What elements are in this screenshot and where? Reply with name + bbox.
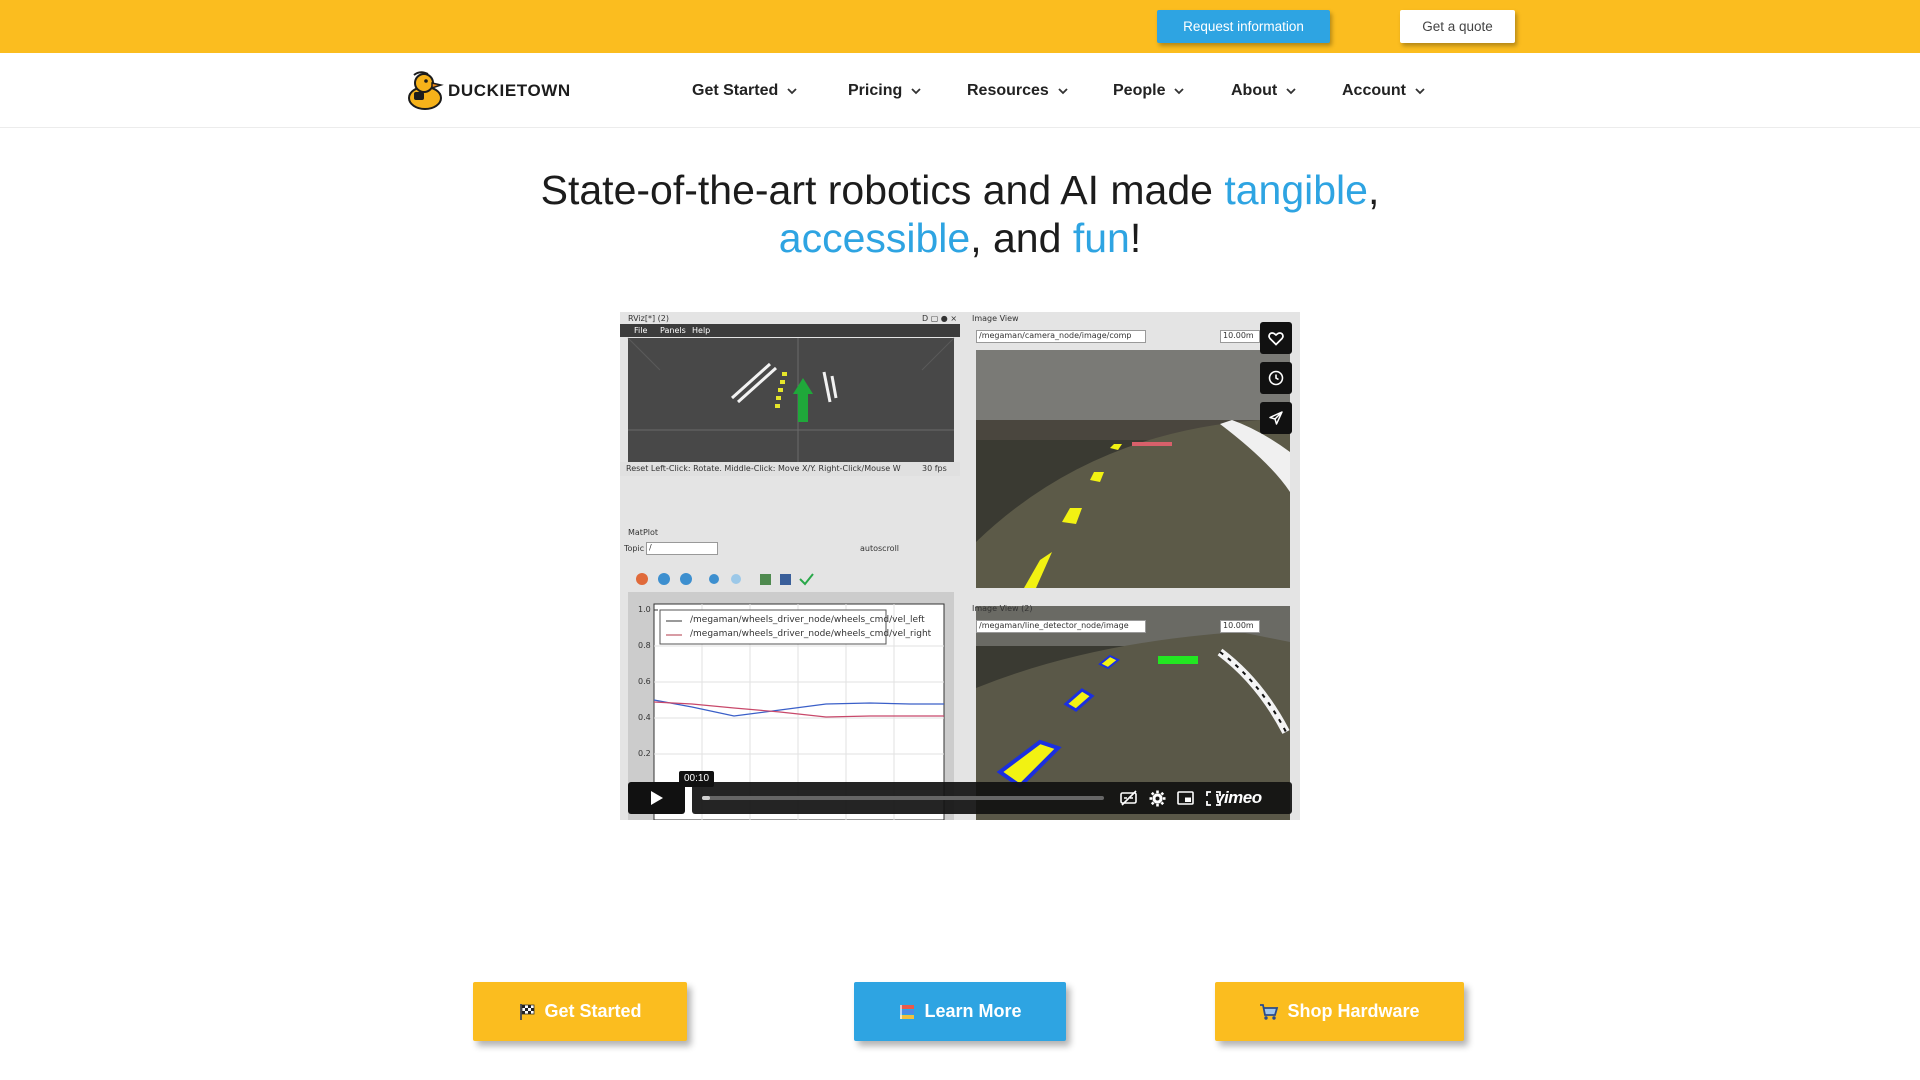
pip-icon	[1176, 791, 1194, 805]
nav-resources[interactable]: Resources	[967, 80, 1068, 102]
nav-account[interactable]: Account	[1342, 80, 1425, 102]
headline-accent-tangible: tangible	[1224, 167, 1368, 213]
headline-text: !	[1129, 215, 1142, 261]
books-icon	[898, 1003, 916, 1021]
heart-icon	[1268, 331, 1284, 346]
legend-entry-left: /megaman/wheels_driver_node/wheels_cmd/v…	[690, 615, 925, 625]
checkered-flag-icon	[518, 1003, 536, 1021]
play-button[interactable]	[628, 782, 685, 814]
y-tick: 1.0	[638, 605, 651, 614]
nav-label: Pricing	[848, 82, 903, 99]
chevron-down-icon	[1058, 87, 1068, 95]
send-icon	[1269, 411, 1283, 425]
shop-hardware-button[interactable]: Shop Hardware	[1215, 982, 1464, 1041]
nav-pricing[interactable]: Pricing	[848, 80, 921, 102]
like-button[interactable]	[1260, 322, 1292, 354]
nav-label: About	[1231, 82, 1278, 99]
video-frame	[620, 312, 1300, 820]
chevron-down-icon	[1415, 87, 1425, 95]
settings-icon	[1149, 790, 1165, 806]
matplot-autoscroll: autoscroll	[860, 544, 900, 553]
rviz-fps: 30 fps	[922, 464, 947, 473]
captions-off-icon	[1120, 790, 1137, 806]
rviz-menu-panels: Panels	[660, 326, 686, 335]
headline-text: ,	[1367, 167, 1380, 213]
nav-label: Resources	[967, 82, 1049, 99]
matplot-topic-input: /	[646, 542, 718, 555]
image-view-title: Image View	[972, 314, 1019, 323]
nav-label: Get Started	[692, 82, 779, 99]
image-view-rate: 10.00m	[1220, 330, 1260, 343]
y-tick: 0.2	[638, 749, 651, 758]
legend-entry-right: /megaman/wheels_driver_node/wheels_cmd/v…	[690, 629, 932, 639]
nav-get-started[interactable]: Get Started	[692, 80, 797, 102]
matplot-topic-label: Topic	[624, 544, 645, 553]
rviz-window-title: RViz[*] (2)	[628, 314, 669, 323]
control-bar: vimeo	[692, 782, 1292, 814]
get-a-quote-button[interactable]: Get a quote	[1400, 10, 1515, 43]
pip-button[interactable]	[1176, 789, 1194, 807]
headline-accent-accessible: accessible	[778, 215, 971, 261]
chevron-down-icon	[911, 87, 921, 95]
y-tick: 0.4	[638, 713, 651, 722]
rviz-menu-help: Help	[692, 326, 711, 335]
headline-text: , and	[970, 215, 1073, 261]
captions-button[interactable]	[1120, 789, 1138, 807]
play-icon	[650, 791, 663, 805]
shop-hardware-label: Shop Hardware	[1287, 1001, 1420, 1021]
request-information-button[interactable]: Request information	[1157, 10, 1330, 43]
top-bar: Request information Get a quote	[0, 0, 1920, 53]
get-started-label: Get Started	[544, 1001, 642, 1021]
logo[interactable]: DUCKIETOWN	[406, 70, 571, 112]
rviz-menu-file: File	[634, 326, 648, 335]
image-view-topic: /megaman/camera_node/image/comp	[976, 330, 1146, 343]
image-view2-rate: 10.00m	[1220, 620, 1260, 633]
progress-fill	[702, 796, 711, 800]
vimeo-logo[interactable]: vimeo	[1215, 788, 1262, 808]
chevron-down-icon	[1286, 87, 1296, 95]
main-nav: DUCKIETOWN Get Started Pricing Resources…	[0, 53, 1920, 128]
nav-people[interactable]: People	[1113, 80, 1185, 102]
share-button[interactable]	[1260, 402, 1292, 434]
y-tick: 0.8	[638, 641, 651, 650]
watch-later-button[interactable]	[1260, 362, 1292, 394]
rviz-status-text: Reset Left-Click: Rotate. Middle-Click: …	[626, 464, 901, 473]
nav-label: People	[1113, 82, 1166, 99]
matplot-window-title: MatPlot	[628, 528, 659, 537]
shopping-cart-icon	[1259, 1003, 1279, 1021]
get-started-button[interactable]: Get Started	[473, 982, 687, 1041]
y-tick: 0.6	[638, 677, 651, 686]
learn-more-button[interactable]: Learn More	[854, 982, 1066, 1041]
nav-about[interactable]: About	[1231, 80, 1296, 102]
window-buttons: D ▢ ● ×	[922, 314, 958, 323]
video-player[interactable]: RViz[*] (2) D ▢ ● × File Panels Help Res…	[620, 312, 1300, 820]
chevron-down-icon	[1174, 87, 1185, 95]
progress-bar[interactable]	[702, 796, 1104, 800]
nav-label: Account	[1342, 82, 1406, 99]
headline-text: State-of-the-art robotics and AI made	[540, 167, 1225, 213]
clock-icon	[1268, 370, 1284, 386]
learn-more-label: Learn More	[924, 1001, 1022, 1021]
video-controls: vimeo	[628, 782, 1292, 814]
chevron-down-icon	[787, 87, 797, 95]
logo-text: DUCKIETOWN	[448, 81, 571, 100]
hero-headline: State-of-the-art robotics and AI made ta…	[360, 166, 1560, 262]
headline-accent-fun: fun	[1072, 215, 1130, 261]
duck-icon	[408, 71, 444, 110]
settings-button[interactable]	[1148, 789, 1166, 807]
image-view2-title: Image View (2)	[972, 604, 1033, 613]
image-view2-topic: /megaman/line_detector_node/image	[976, 620, 1146, 633]
